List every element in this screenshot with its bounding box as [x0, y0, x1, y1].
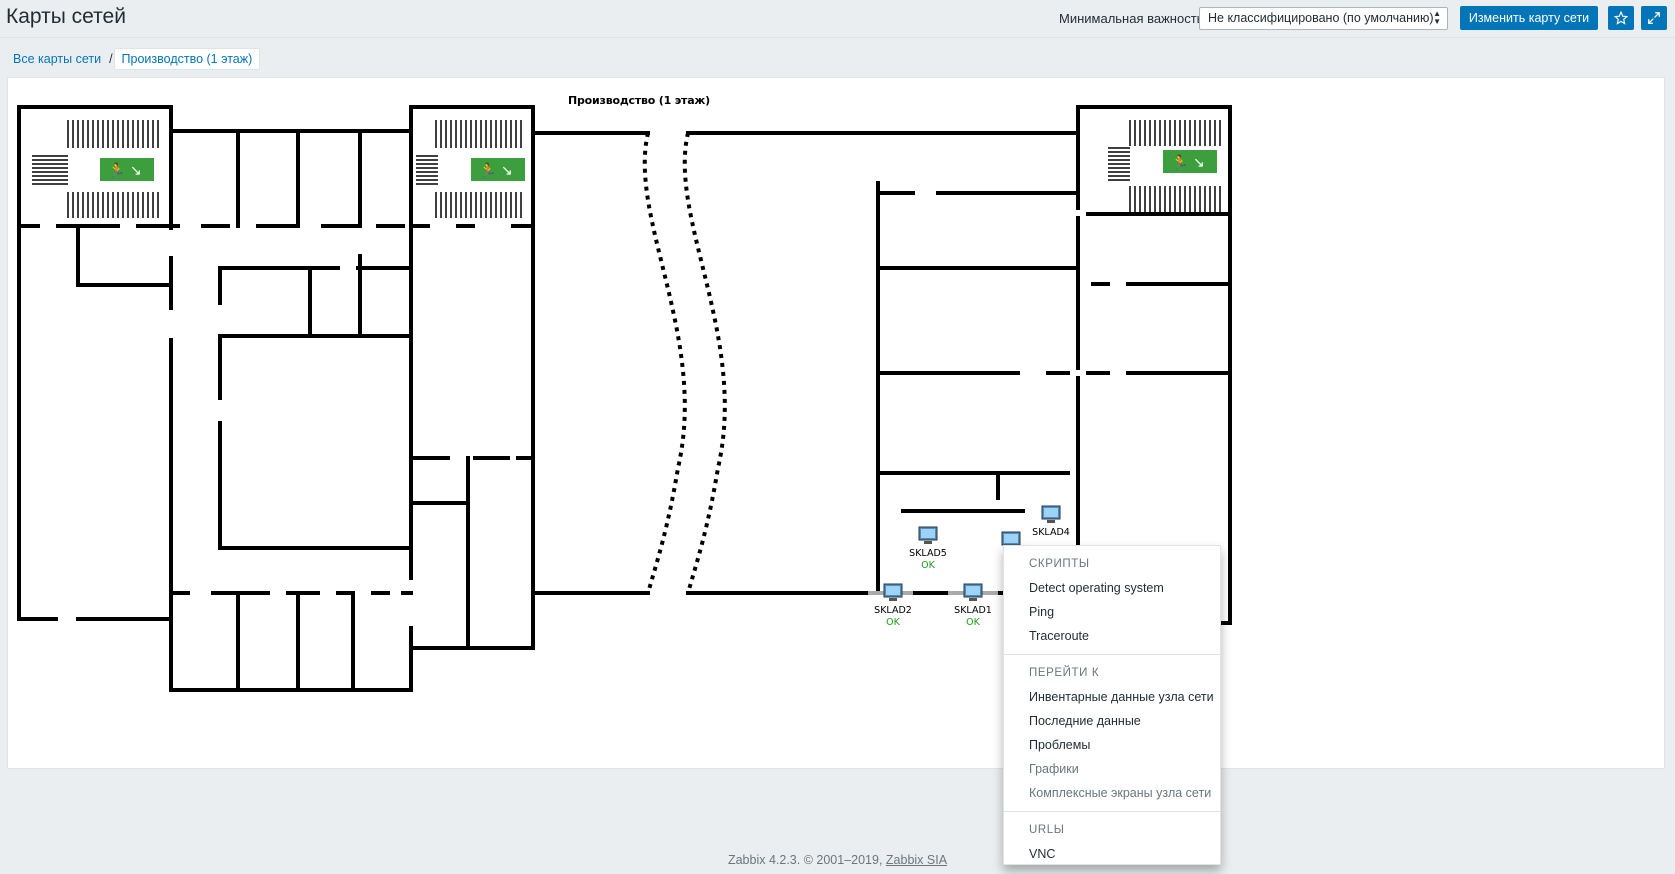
min-severity-select[interactable]: Не классифицировано (по умолчанию) ▲ ▼ [1199, 7, 1448, 30]
host-sklad1[interactable]: SKLAD1 OK [948, 583, 998, 629]
edit-map-button[interactable]: Изменить карту сети [1460, 6, 1598, 30]
host-name: SKLAD5 [909, 548, 947, 559]
menu-item-traceroute[interactable]: Traceroute [1004, 624, 1220, 648]
min-severity-value: Не классифицировано (по умолчанию) [1208, 11, 1434, 25]
menu-item-screens: Комплексные экраны узла сети [1029, 786, 1212, 800]
fullscreen-button[interactable] [1641, 6, 1667, 30]
footer: Zabbix 4.2.3. © 2001–2019, Zabbix SIA [0, 853, 1675, 867]
menu-item-ping[interactable]: Ping [1004, 600, 1220, 624]
menu-section-urls: URLЫ [1029, 824, 1065, 836]
menu-item-inventory[interactable]: Инвентарные данные узла сети [1004, 685, 1220, 709]
host-status: OK [921, 560, 935, 571]
menu-item-problems[interactable]: Проблемы [1004, 733, 1220, 757]
page-title: Карты сетей [6, 5, 126, 28]
menu-divider [1004, 654, 1220, 655]
footer-text: Zabbix 4.2.3. © 2001–2019, [727, 853, 883, 867]
svg-text:🏃 ↘: 🏃 ↘ [108, 162, 142, 179]
host-sklad5[interactable]: SKLAD5 OK [903, 526, 953, 572]
network-map: 🏃 ↘ 🏃 ↘ 🏃 ↘ Производство (1 этаж) SKLAD5… [7, 77, 1665, 769]
menu-section-goto: ПЕРЕЙТИ К [1029, 667, 1100, 679]
star-icon [1614, 11, 1628, 25]
host-name: SKLAD4 [1032, 527, 1070, 538]
page-header: Карты сетей Минимальная важность Не клас… [0, 0, 1675, 38]
breadcrumb-separator: / [109, 52, 113, 66]
breadcrumb-current-map[interactable]: Производство (1 этаж) [113, 48, 261, 70]
svg-text:🏃 ↘: 🏃 ↘ [1171, 154, 1205, 171]
svg-text:🏃 ↘: 🏃 ↘ [479, 162, 513, 179]
floor-plan: 🏃 ↘ 🏃 ↘ 🏃 ↘ [17, 105, 1232, 692]
host-sklad2[interactable]: SKLAD2 OK [868, 583, 918, 629]
footer-link[interactable]: Zabbix SIA [886, 853, 947, 867]
computer-icon [918, 526, 938, 544]
computer-icon [883, 583, 903, 601]
menu-item-detect-os[interactable]: Detect operating system [1004, 576, 1220, 600]
select-arrows-icon: ▲ ▼ [1433, 9, 1441, 26]
host-sklad4[interactable]: SKLAD4 [1026, 505, 1076, 539]
host-name: SKLAD1 [954, 605, 992, 616]
min-severity-label: Минимальная важность [1059, 11, 1204, 26]
map-title: Производство (1 этаж) [568, 94, 710, 107]
host-status: OK [886, 617, 900, 628]
host-context-menu: СКРИПТЫ Detect operating system Ping Tra… [1003, 545, 1221, 865]
menu-divider [1004, 811, 1220, 812]
host-name: SKLAD2 [874, 605, 912, 616]
computer-icon [963, 583, 983, 601]
computer-icon [1041, 505, 1061, 523]
menu-item-graphs: Графики [1029, 762, 1079, 776]
breadcrumb: Все карты сети / Производство (1 этаж) [6, 48, 261, 70]
breadcrumb-all-maps[interactable]: Все карты сети [6, 49, 108, 69]
fullscreen-icon [1648, 12, 1660, 24]
menu-section-scripts: СКРИПТЫ [1029, 558, 1090, 570]
favorite-button[interactable] [1608, 6, 1634, 30]
host-status: OK [966, 617, 980, 628]
menu-item-latest-data[interactable]: Последние данные [1004, 709, 1220, 733]
